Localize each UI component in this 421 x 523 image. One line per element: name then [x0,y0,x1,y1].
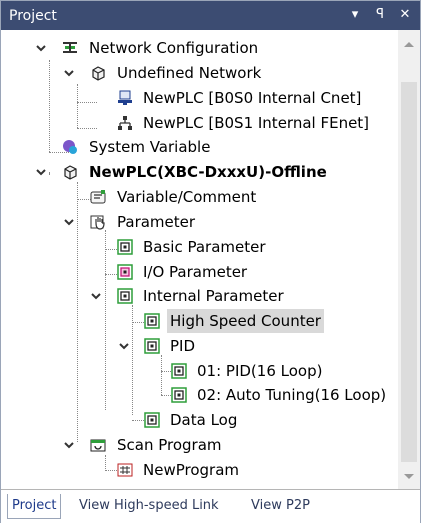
tree-item-label: Undefined Network [117,64,262,82]
tree-item-label: 01: PID(16 Loop) [197,362,323,380]
ethernet-module-icon [118,116,132,130]
tree-item-pid-loop[interactable]: 01: PID(16 Loop) [1,359,398,383]
io-parameter-icon [117,264,133,280]
serial-module-icon [118,90,132,105]
tree-item-plc[interactable]: NewPLC(XBC-DxxxU)-Offline [1,160,398,184]
project-tree[interactable]: Network Configuration Undefined Network … [1,30,398,489]
dropdown-button[interactable]: ▾ [347,7,363,23]
scan-program-icon [90,439,106,452]
tree-item-label: High Speed Counter [167,309,324,333]
tree-item-label: Internal Parameter [143,287,284,305]
tree-item-system-variable[interactable]: System Variable [1,135,398,159]
chevron-down-icon[interactable] [63,439,75,451]
project-panel: Project ▾ ꟼ ✕ Network Configuration Unde… [0,0,421,523]
bottom-tabs: Project View High-speed Link View P2P [1,489,420,523]
tree-item-label: NewPLC [B0S0 Internal Cnet] [143,89,362,107]
plc-cube-icon [64,165,77,180]
parameter-chip-icon [117,239,133,255]
tree-item-label: Scan Program [117,436,222,454]
tab-view-high-speed-link[interactable]: View High-speed Link [79,494,219,518]
scroll-down-arrow-icon[interactable] [398,467,420,485]
tree-item-basic-parameter[interactable]: Basic Parameter [1,235,398,259]
tree-item-label: Network Configuration [89,39,259,57]
pin-button[interactable]: ꟼ [372,7,388,23]
panel-titlebar: Project ▾ ꟼ ✕ [1,1,420,30]
tab-view-p2p[interactable]: View P2P [251,494,310,518]
network-configuration-icon [63,42,77,53]
tree-item-label: 02: Auto Tuning(16 Loop) [197,386,387,404]
tree-item-label: Parameter [117,213,196,231]
tree-item-undefined-network[interactable]: Undefined Network [1,61,398,85]
tree-item-label: PID [170,337,196,355]
chevron-down-icon[interactable] [90,290,102,302]
chevron-down-icon[interactable] [35,42,47,54]
tree-item-scan-program[interactable]: Scan Program [1,433,398,457]
tree-item-label: NewPLC(XBC-DxxxU)-Offline [89,163,327,181]
panel-title: Project [9,8,57,24]
parameter-chip-icon [117,288,133,304]
tree-item-label: Basic Parameter [143,238,266,256]
parameter-chip-icon [171,363,187,379]
system-variable-icon [63,140,77,154]
chevron-down-icon[interactable] [35,166,47,178]
tree-item-io-parameter[interactable]: I/O Parameter [1,260,398,284]
parameter-chip-icon [144,412,160,428]
tree-item-variable-comment[interactable]: Variable/Comment [1,185,398,209]
vertical-scrollbar[interactable] [398,30,420,489]
tree-item-high-speed-counter[interactable]: High Speed Counter [1,309,398,333]
tree-item-label: Data Log [170,411,238,429]
parameter-chip-icon [144,338,160,354]
parameter-chip-icon [171,387,187,403]
tree-item-label: System Variable [89,138,211,156]
tree-item-label: Variable/Comment [117,188,257,206]
scroll-thumb[interactable] [401,82,417,462]
tree-item-network-configuration[interactable]: Network Configuration [1,36,398,60]
chevron-down-icon[interactable] [63,216,75,228]
ladder-program-icon [117,463,133,477]
tree-item-fenet[interactable]: NewPLC [B0S1 Internal FEnet] [1,111,398,135]
tree-item-cnet[interactable]: NewPLC [B0S0 Internal Cnet] [1,86,398,110]
parameter-chip-icon [144,313,160,329]
tree-item-label: NewProgram [143,461,240,479]
tree-item-data-log[interactable]: Data Log [1,408,398,432]
tree-item-internal-parameter[interactable]: Internal Parameter [1,284,398,308]
tree-item-parameter[interactable]: Parameter [1,210,398,234]
chevron-down-icon[interactable] [63,67,75,79]
tree-item-label: I/O Parameter [143,263,248,281]
network-cube-icon [92,66,105,81]
tree-item-newprogram[interactable]: NewProgram [1,458,398,482]
variable-comment-icon [90,190,106,204]
tree-item-label: NewPLC [B0S1 Internal FEnet] [143,114,370,132]
parameter-hand-icon [90,215,105,230]
tree-item-pid[interactable]: PID [1,334,398,358]
scroll-up-arrow-icon[interactable] [398,36,420,54]
chevron-down-icon[interactable] [118,340,130,352]
tab-project[interactable]: Project [7,494,62,519]
close-button[interactable]: ✕ [397,7,413,23]
tree-item-auto-tuning[interactable]: 02: Auto Tuning(16 Loop) [1,383,398,407]
